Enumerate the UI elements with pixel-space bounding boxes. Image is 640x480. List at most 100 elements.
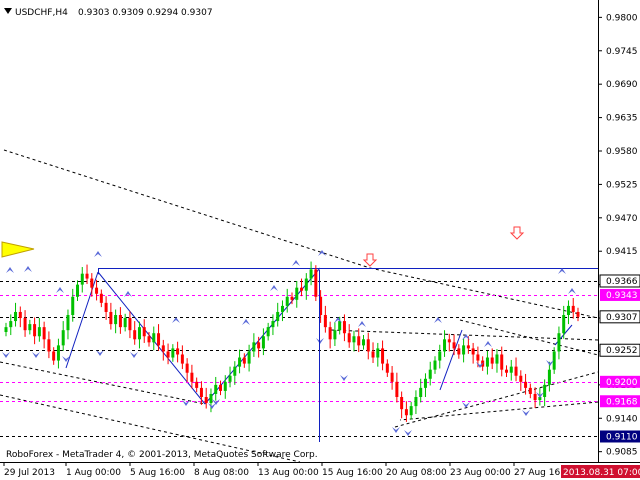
fractal-down-icon [404,430,412,436]
fractal-up-icon [484,341,492,347]
candle-body [280,305,284,312]
candle-body [443,339,447,352]
candle-body [385,363,389,373]
time-tick-label: 1 Aug 00:00 [66,468,121,478]
candle-body [171,348,175,358]
candle-body [452,342,456,349]
candle-body [471,348,475,355]
candle-body [333,330,337,340]
collapse-triangle-icon[interactable] [4,8,12,14]
candle-body [357,336,361,346]
candle-body [61,330,65,346]
candle-body [180,354,184,364]
candle-body [543,384,547,398]
candle-body [223,381,227,391]
price-tick-label: 0.9690 [606,80,638,90]
candle-body [233,366,237,376]
candle-body [485,357,489,367]
level-badge-label: 0.9343 [606,291,638,301]
price-tick-label: 0.9085 [606,448,638,458]
candle-body [566,305,570,316]
candle-body [266,327,270,337]
candle-body [423,378,427,388]
candle-body [56,345,60,361]
candle-body [514,366,518,376]
candle-body [433,360,437,370]
candle-body [495,354,499,364]
current-time-label: 2013.08.31 07:00 [563,468,640,478]
candle-body [185,363,189,373]
candle-body [285,296,289,306]
fractal-up-icon [172,317,180,323]
dashed-trend-line [3,149,371,269]
candle-body [33,324,37,337]
candle-body [400,397,404,410]
time-tick-label: 13 Aug 00:00 [258,468,319,478]
fractal-down-icon [462,402,470,408]
price-tick-label: 0.9140 [606,414,638,424]
candle-body [562,315,566,334]
level-badge-label: 0.9307 [606,313,638,323]
candle-body [447,339,451,343]
candle-body [462,345,466,355]
candle-body [37,327,41,337]
candle-body [347,333,351,343]
candle-body [228,375,232,382]
candle-body [137,327,141,340]
candle-body [505,369,508,373]
fractal-up-icon [568,288,576,294]
candle-body [404,409,408,416]
symbol-label: USDCHF,H4 [15,8,68,18]
candle-body [271,321,275,328]
candle-body [66,315,70,331]
candle-body [290,296,294,300]
candle-body [509,366,513,373]
fractal-up-icon [270,285,278,291]
candle-body [204,397,208,404]
candle-body [366,339,370,352]
fractal-up-icon [56,287,64,293]
candle-body [352,336,356,343]
fractal-up-icon [6,267,14,273]
level-badge-label: 0.9168 [606,397,638,407]
candle-body [419,387,423,398]
candle-body [242,357,246,364]
candle-body [552,351,556,370]
time-tick-label: 23 Aug 00:00 [450,468,511,478]
candle-body [123,318,127,328]
candle-body [576,311,580,317]
candle-body [9,321,13,328]
candle-body [23,318,27,331]
candle-body [90,278,94,288]
candle-body [257,342,261,349]
price-tick-label: 0.9745 [606,47,638,57]
candle-body [371,351,375,358]
candle-body [476,354,480,361]
candle-body [276,311,280,322]
candle-body [338,321,342,331]
candle-body [99,293,103,303]
candle-body [76,284,79,297]
candle-body [342,321,346,334]
fractal-up-icon [358,321,366,327]
candle-body [519,375,523,382]
candle-body [238,357,242,367]
candle-body [4,327,8,333]
candle-body [209,393,213,404]
candle-body [199,387,203,398]
chart-window[interactable]: USDCHF,H4 0.9303 0.9309 0.9294 0.9307 Ro… [0,0,640,480]
candle-body [18,311,22,319]
candle-body [309,269,313,279]
fractal-up-icon [242,319,250,325]
candle-body [95,287,99,294]
fractal-down-icon [522,410,530,416]
candle-body [381,348,385,364]
candle-body [323,315,327,328]
candle-body [533,393,537,401]
candle-body [409,406,413,416]
candle-body [395,381,399,398]
chart-canvas[interactable]: USDCHF,H4 0.9303 0.9309 0.9294 0.9307 Ro… [0,0,640,480]
ohlc-values: 0.9303 0.9309 0.9294 0.9307 [78,8,213,18]
candle-body [128,318,132,331]
candle-body [300,287,304,291]
